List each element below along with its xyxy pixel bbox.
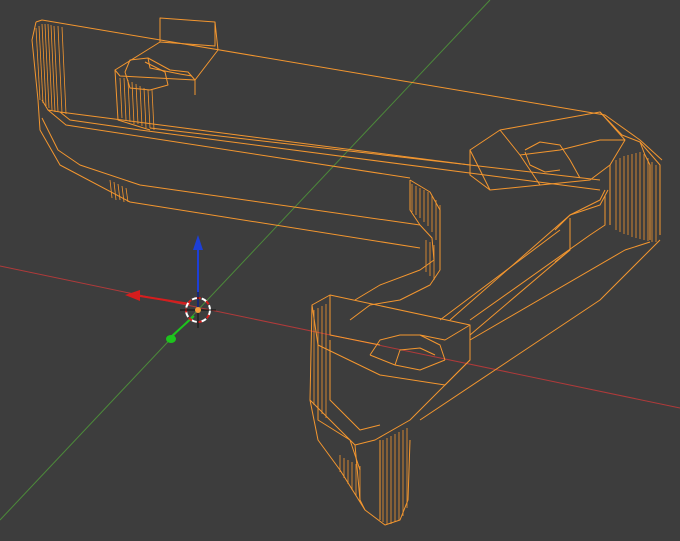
3d-viewport[interactable] bbox=[0, 0, 680, 541]
origin-dot bbox=[195, 307, 201, 313]
gizmo-y-arrow[interactable] bbox=[166, 335, 176, 343]
viewport-canvas[interactable] bbox=[0, 0, 680, 541]
